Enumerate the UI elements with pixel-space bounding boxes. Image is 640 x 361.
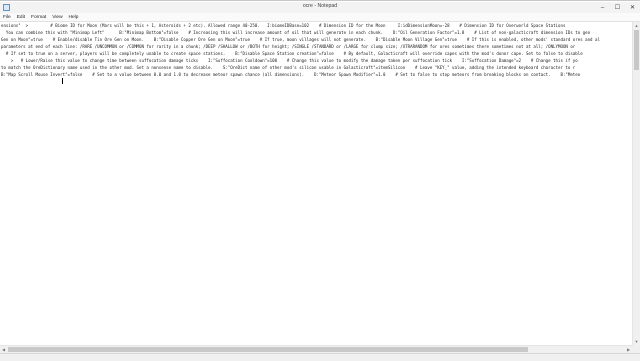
text-line-5: # If set to true on a server, players wi… <box>1 51 583 56</box>
notepad-window: ocre - Notepad – ☐ ✕ File Edit Format Vi… <box>0 0 640 361</box>
menu-file[interactable]: File <box>0 15 14 20</box>
scrollbar-corner <box>632 345 640 353</box>
text-line-6: > # Lower/Raise this value to change tim… <box>1 58 578 63</box>
text-line-2: You can combine this with "Minimap Left"… <box>1 30 591 35</box>
menu-format[interactable]: Format <box>28 15 49 20</box>
menu-help[interactable]: Help <box>66 15 82 20</box>
text-line-3: Gen on Moon"=true # Enable/disable Tin O… <box>1 37 600 42</box>
horizontal-scroll-thumb[interactable] <box>8 347 528 352</box>
text-line-4: parameters at end of each line: /RARE /U… <box>1 44 576 49</box>
text-caret <box>62 78 63 84</box>
vertical-scrollbar[interactable]: ▲ ▼ <box>632 22 640 345</box>
scroll-down-arrow-icon[interactable]: ▼ <box>633 338 640 345</box>
text-editor-area[interactable]: ensions" > # Biome ID for Moon (Mars wil… <box>0 22 632 345</box>
maximize-button[interactable]: ☐ <box>610 2 625 13</box>
scroll-up-arrow-icon[interactable]: ▲ <box>633 22 640 29</box>
menu-view[interactable]: View <box>49 15 65 20</box>
title-bar[interactable]: ocre - Notepad – ☐ ✕ <box>0 2 640 13</box>
scroll-left-arrow-icon[interactable]: ◀ <box>0 346 7 353</box>
vertical-scroll-thumb[interactable] <box>634 30 639 70</box>
scroll-right-arrow-icon[interactable]: ▶ <box>625 346 632 353</box>
text-line-1: ensions" > # Biome ID for Moon (Mars wil… <box>1 23 566 28</box>
minimize-button[interactable]: – <box>595 2 610 13</box>
window-controls: – ☐ ✕ <box>595 2 640 13</box>
menu-bar: File Edit Format View Help <box>0 13 640 22</box>
window-title: ocre - Notepad <box>302 3 338 9</box>
horizontal-scrollbar[interactable]: ◀ ▶ <box>0 345 632 353</box>
close-button[interactable]: ✕ <box>625 2 640 13</box>
text-line-8: B:"Map Scroll Mouse Invert"=false # Set … <box>1 72 581 77</box>
text-line-7: to match the OreDictionary name used in … <box>1 65 576 70</box>
menu-edit[interactable]: Edit <box>14 15 28 20</box>
